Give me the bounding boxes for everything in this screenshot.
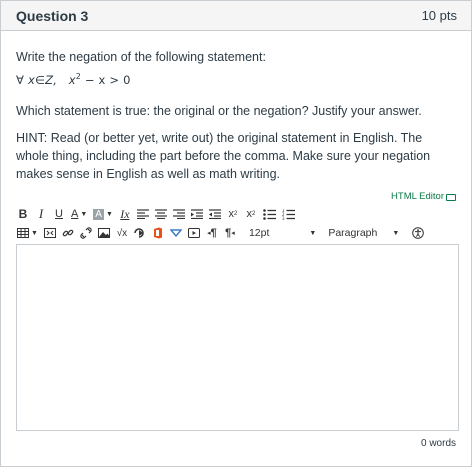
chevron-down-icon: ▼ <box>105 210 113 218</box>
block-format-select[interactable]: Paragraph ▼ <box>324 223 403 243</box>
align-center-icon[interactable] <box>152 204 170 224</box>
math-statement: ∀ x∈Z, x2 − x > 0 <box>16 72 456 87</box>
question-body: Write the negation of the following stat… <box>16 48 456 183</box>
background-color-button[interactable]: A ▼ <box>90 204 116 224</box>
table-icon <box>17 228 29 238</box>
apps-icon[interactable] <box>131 223 149 243</box>
bold-button[interactable]: B <box>14 204 32 224</box>
element-of-symbol: ∈ <box>34 73 46 87</box>
question-hint: HINT: Read (or better yet, write out) th… <box>16 131 431 181</box>
paragraph-ltr-button[interactable]: ◂ ¶ <box>203 223 221 243</box>
html-editor-link[interactable]: HTML Editor <box>391 191 456 202</box>
dropdown-arrow-icon[interactable] <box>167 223 185 243</box>
math-expr-rest: − x > 0 <box>84 73 131 87</box>
question-title: Question 3 <box>16 7 89 24</box>
forall-symbol: ∀ <box>16 73 25 87</box>
html-editor-label: HTML Editor <box>391 191 444 202</box>
outdent-icon[interactable] <box>206 204 224 224</box>
toolbar-row-2: ▼ √x ◂ ¶ ¶ ◂ 12pt ▼ Paragraph ▼ <box>14 222 460 244</box>
math-equation-button[interactable]: √x <box>113 223 131 243</box>
underline-button[interactable]: U <box>50 204 68 224</box>
chevron-down-icon: ▼ <box>392 229 400 237</box>
image-icon[interactable] <box>95 223 113 243</box>
media-icon[interactable] <box>185 223 203 243</box>
svg-text:3: 3 <box>282 216 285 220</box>
office-365-icon[interactable] <box>149 223 167 243</box>
question-points: 10 pts <box>421 8 457 23</box>
paragraph-rtl-button[interactable]: ¶ ◂ <box>221 223 239 243</box>
font-size-select[interactable]: 12pt <box>245 223 273 243</box>
indent-icon[interactable] <box>188 204 206 224</box>
word-count: 0 words <box>420 438 456 449</box>
font-color-button[interactable]: A ▼ <box>68 204 90 224</box>
subscript-button[interactable]: x2 <box>242 204 260 224</box>
chevron-down-icon: ▼ <box>31 229 38 237</box>
chevron-down-icon: ▼ <box>80 210 88 218</box>
unlink-icon[interactable] <box>77 223 95 243</box>
superscript-button[interactable]: x2 <box>224 204 242 224</box>
italic-button[interactable]: I <box>32 204 50 224</box>
bullet-list-icon[interactable] <box>260 204 279 224</box>
table-button[interactable]: ▼ <box>14 223 41 243</box>
background-color-label: A <box>93 208 104 220</box>
question-header: Question 3 10 pts <box>1 1 471 31</box>
clear-formatting-button[interactable]: Ix <box>116 204 134 224</box>
subscript-mark: 2 <box>251 211 256 217</box>
math-variable: x <box>27 73 35 87</box>
embed-icon[interactable] <box>41 223 59 243</box>
clear-formatting-label: Ix <box>120 206 130 221</box>
chevron-down-icon[interactable]: ▼ <box>309 230 316 237</box>
math-expr-exponent: 2 <box>75 72 81 81</box>
question-paragraph-2: Which statement is true: the original or… <box>16 104 422 118</box>
answer-editor-area[interactable] <box>16 244 459 431</box>
font-size-value: 12pt <box>248 227 270 239</box>
superscript-mark: 2 <box>233 211 238 217</box>
paragraph-ltr-label: ¶ <box>210 227 217 239</box>
align-right-icon[interactable] <box>170 204 188 224</box>
keyboard-icon <box>446 194 456 201</box>
question-prompt: Write the negation of the following stat… <box>16 50 266 64</box>
math-set: Z, <box>45 73 58 87</box>
math-equation-label: √x <box>116 227 128 239</box>
math-expr-base: x <box>68 73 76 87</box>
numbered-list-icon[interactable]: 123 <box>279 204 298 224</box>
link-icon[interactable] <box>59 223 77 243</box>
block-format-value: Paragraph <box>328 227 378 239</box>
accessibility-checker-icon[interactable] <box>409 223 427 243</box>
font-color-label: A <box>71 208 79 220</box>
align-left-icon[interactable] <box>134 204 152 224</box>
